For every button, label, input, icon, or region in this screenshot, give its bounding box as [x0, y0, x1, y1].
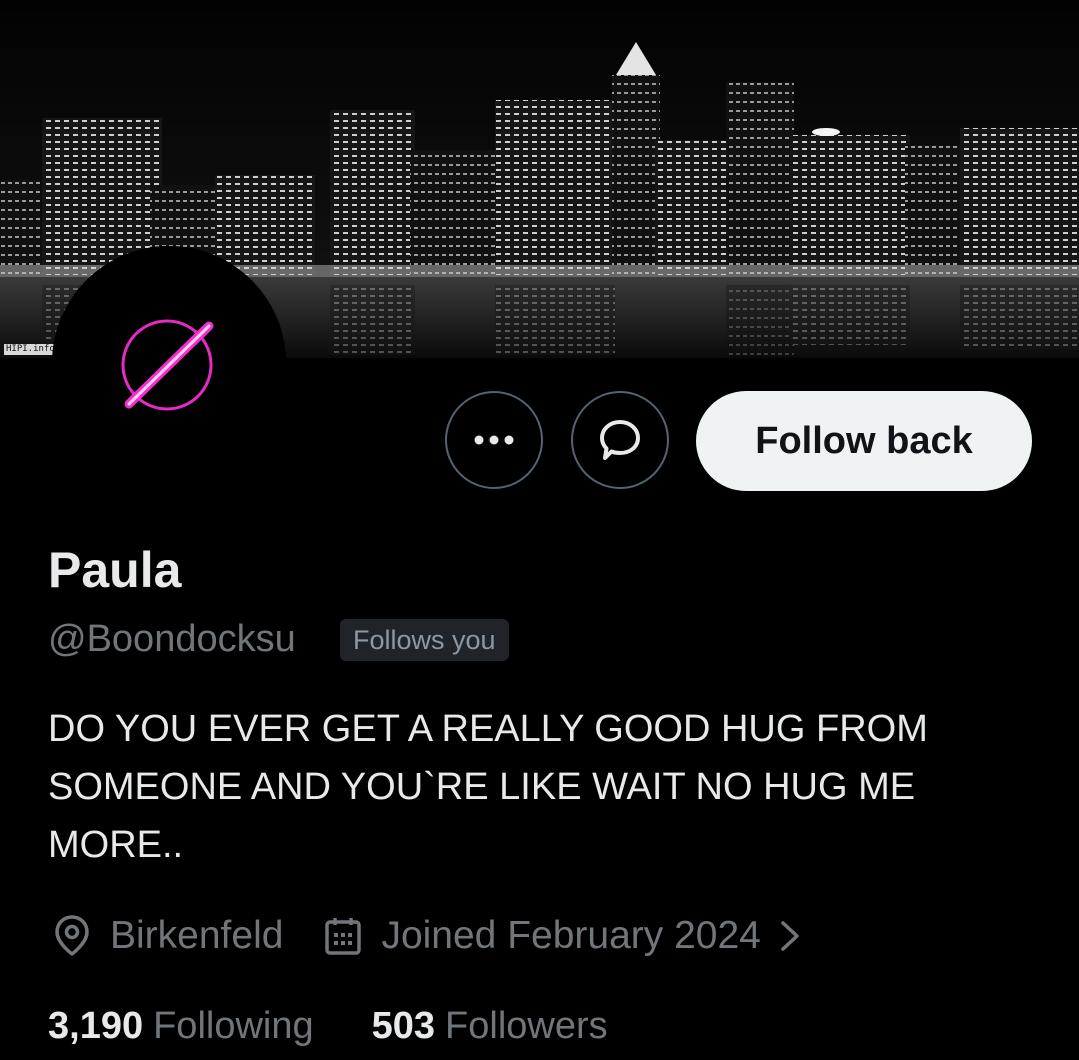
followers-label: Followers — [445, 1005, 608, 1047]
following-count: 3,190 — [48, 1005, 144, 1047]
joined-date-item[interactable]: Joined February 2024 — [323, 914, 804, 958]
profile-name: Paula — [48, 542, 182, 598]
avatar-empty-set-logo — [52, 246, 286, 480]
calendar-icon — [325, 918, 362, 955]
location-item: Birkenfeld — [52, 914, 283, 958]
location-pin-icon — [55, 915, 89, 956]
more-horizontal-icon — [474, 435, 514, 445]
profile-meta: Birkenfeld Joined February 2024 — [52, 908, 805, 964]
following-link[interactable]: 3,190 Following — [48, 1000, 314, 1052]
chevron-right-icon — [781, 921, 799, 951]
follow-back-button[interactable]: Follow back — [696, 391, 1032, 491]
profile-bio: DO YOU EVER GET A REALLY GOOD HUG FROM S… — [48, 708, 928, 866]
following-label: Following — [153, 1005, 314, 1047]
profile-handle: @Boondocksu — [48, 618, 296, 660]
banner-watermark: HIPI.info — [4, 344, 57, 355]
message-button[interactable] — [571, 391, 669, 489]
follow-counts: 3,190 Following 503 Followers — [48, 1000, 608, 1052]
avatar[interactable] — [52, 246, 286, 480]
message-icon — [600, 420, 640, 460]
joined-text: Joined February 2024 — [381, 914, 761, 957]
follows-you-badge: Follows you — [340, 619, 509, 661]
followers-link[interactable]: 503 Followers — [372, 1000, 608, 1052]
location-text: Birkenfeld — [110, 914, 284, 957]
more-options-button[interactable] — [445, 391, 543, 489]
followers-count: 503 — [371, 1005, 436, 1047]
